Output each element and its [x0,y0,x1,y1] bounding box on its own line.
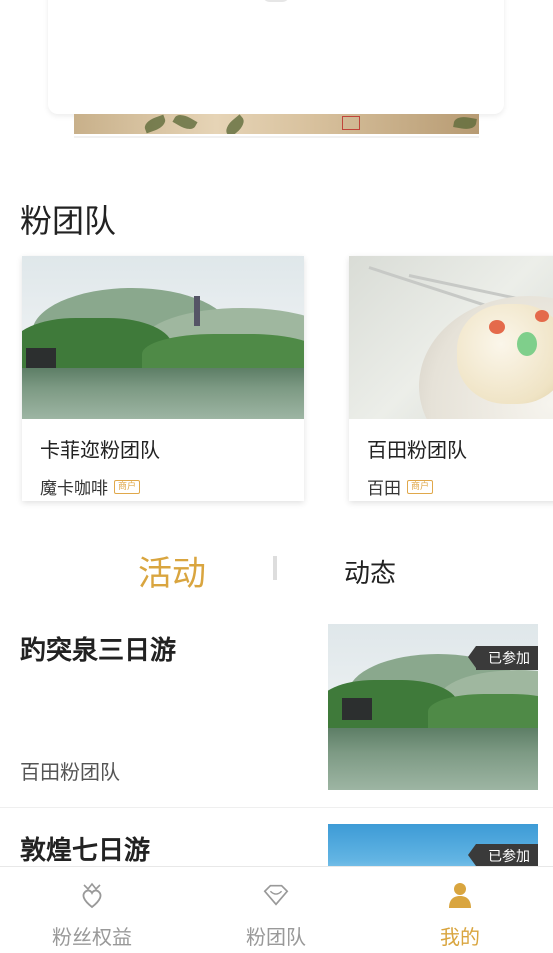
team-name: 卡菲迩粉团队 [40,438,160,462]
owner-name: 魔卡咖啡 [40,479,108,499]
team-card[interactable]: 百田粉团队 百田 商户 [349,256,553,501]
section-title: 粉团队 [20,202,117,240]
tab-updates[interactable]: 动态 [344,553,396,590]
tab-activities[interactable]: 活动 [138,546,206,595]
merchant-badge: 商户 [407,479,434,494]
activity-title: 趵突泉三日游 [20,636,177,666]
banner-image[interactable] [74,114,479,134]
team-card[interactable]: 卡菲迩粉团队 魔卡咖啡 商户 [22,256,304,501]
nav-fan-team[interactable]: 粉团队 [184,867,368,953]
team-owner: 百田 商户 [367,474,434,499]
merchant-badge: 商户 [114,479,141,494]
team-image [349,256,553,419]
activity-item[interactable]: 趵突泉三日游 百田粉团队 已参加 [0,624,553,808]
team-name: 百田粉团队 [367,438,467,462]
team-owner: 魔卡咖啡 商户 [40,474,141,499]
nav-label: 我的 [440,925,480,949]
divider [0,807,553,808]
nav-label: 粉团队 [246,925,306,949]
nav-label: 粉丝权益 [52,925,132,949]
owner-name: 百田 [367,479,401,499]
diamond-icon [262,881,290,909]
bottom-nav: 粉丝权益 粉团队 我的 [0,866,553,953]
activity-title: 敦煌七日游 [20,836,151,866]
nav-fan-benefits[interactable]: 粉丝权益 [0,867,184,953]
team-image [22,256,304,419]
joined-badge: 已参加 [468,844,538,868]
nav-mine[interactable]: 我的 [368,867,552,953]
top-banner-card[interactable] [48,0,504,114]
user-icon [446,881,474,909]
crown-heart-icon [78,881,106,909]
activity-team: 百田粉团队 [20,760,120,784]
tab-divider [273,556,277,580]
divider [74,136,479,138]
activity-image: 已参加 [328,624,538,790]
joined-badge: 已参加 [468,646,538,670]
